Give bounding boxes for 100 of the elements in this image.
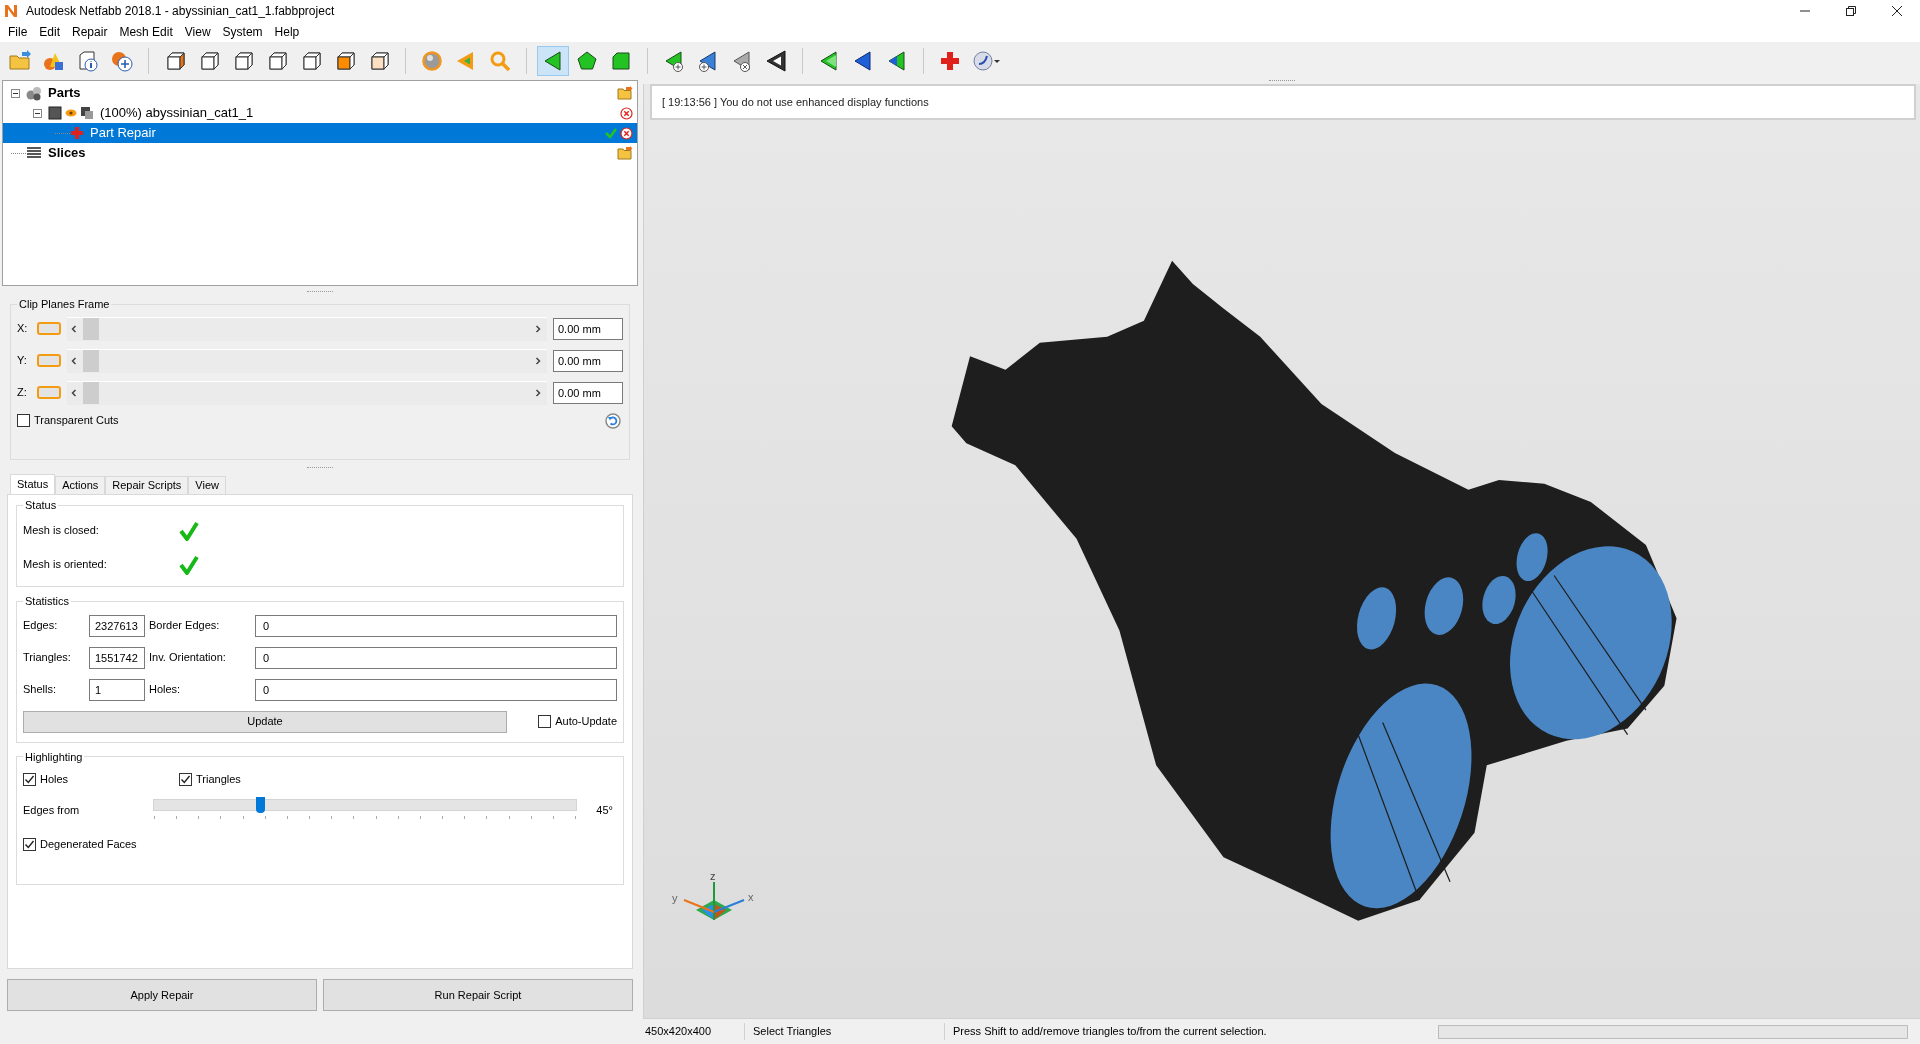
slider-value: 45°: [596, 802, 613, 818]
app-logo-icon: [4, 4, 18, 18]
slider-thumb[interactable]: [83, 318, 99, 340]
mesh-icon: [80, 106, 94, 120]
value-field[interactable]: 0.00 mm: [553, 349, 623, 372]
menu-item[interactable]: File: [2, 22, 34, 42]
checkbox[interactable]: [23, 837, 36, 851]
edges-slider[interactable]: [153, 799, 577, 821]
field-label: Inv. Orientation:: [148, 650, 227, 666]
tab[interactable]: Actions: [55, 476, 106, 494]
clip-slider[interactable]: [67, 348, 547, 373]
refresh-icon: [605, 412, 621, 429]
slider-thumb[interactable]: [83, 350, 99, 372]
close-circle-icon: [620, 126, 633, 140]
status-label: Mesh is closed:: [23, 523, 100, 539]
status-text: Select Triangles: [745, 1023, 945, 1040]
slider-thumb[interactable]: [255, 797, 265, 813]
value-field[interactable]: 1551742: [89, 646, 145, 669]
menu-item[interactable]: System: [216, 22, 269, 42]
tab[interactable]: View: [188, 476, 226, 494]
spheres-icon: [26, 85, 42, 101]
slider-label: Edges from: [23, 802, 81, 818]
group-title: Highlighting: [24, 749, 84, 765]
cube-icon: [48, 106, 62, 120]
tree-row[interactable]: (100%) abyssinian_cat1_1: [3, 103, 637, 123]
update-button[interactable]: Update: [23, 710, 507, 733]
part-info-icon: [76, 49, 100, 73]
checkbox[interactable]: [538, 715, 552, 728]
tab[interactable]: Status: [10, 474, 56, 494]
field-label: Border Edges:: [148, 618, 221, 634]
restore-icon: [1844, 4, 1858, 18]
menu-item[interactable]: Edit: [33, 22, 67, 42]
axis-label: x: [748, 891, 754, 903]
value-field[interactable]: 0: [255, 646, 617, 669]
add-part-icon: [110, 49, 134, 73]
checkbox[interactable]: [179, 772, 192, 786]
value-field[interactable]: 0.00 mm: [553, 381, 623, 404]
chevron-right-icon: [533, 356, 543, 366]
action-button[interactable]: Run Repair Script: [323, 979, 633, 1011]
status-text: Press Shift to add/remove triangles to/from the current selection.: [952, 1024, 1267, 1040]
folder-icon: [617, 86, 633, 100]
value-field[interactable]: 0.00 mm: [553, 317, 623, 340]
slices-icon: [26, 146, 42, 160]
value-field[interactable]: 1: [89, 678, 145, 701]
value-field[interactable]: 2327613: [89, 614, 145, 637]
axis-label: Z:: [17, 385, 28, 401]
checkbox-label: Holes: [40, 771, 69, 787]
menu-item[interactable]: Mesh Edit: [113, 22, 179, 42]
group-title: Status: [24, 498, 58, 513]
tree-label: Parts: [48, 84, 81, 103]
tree-row[interactable]: Slices: [3, 143, 637, 163]
color-swatch[interactable]: [37, 354, 61, 367]
tree-label: (100%) abyssinian_cat1_1: [100, 104, 254, 123]
tab[interactable]: Repair Scripts: [105, 476, 189, 494]
collapse-toggle[interactable]: [11, 88, 20, 98]
field-label: Holes:: [148, 682, 182, 698]
sphere-icon: [420, 49, 444, 73]
status-text: 450x420x400: [643, 1023, 745, 1040]
checkbox-label: Auto-Update: [555, 714, 617, 730]
value-field[interactable]: 0: [255, 678, 617, 701]
slider-thumb[interactable]: [83, 382, 99, 404]
pentagon-icon: [575, 49, 599, 73]
group-title: Clip Planes Frame: [18, 297, 111, 312]
folder-icon: [617, 146, 633, 160]
action-button[interactable]: Apply Repair: [7, 979, 317, 1011]
field-label: Edges:: [23, 618, 59, 634]
viewport[interactable]: [ 19:13:56 ] You do not use enhanced display functions z y x: [643, 84, 1920, 1018]
axis-label: Y:: [17, 353, 28, 369]
clip-slider[interactable]: [67, 380, 547, 405]
window-title: Autodesk Netfabb 2018.1 - abyssinian_cat1_1.fabbproject: [26, 3, 335, 20]
chevron-right-icon: [533, 388, 543, 398]
tree-row[interactable]: Part Repair: [3, 123, 637, 143]
collapse-toggle[interactable]: [33, 108, 42, 118]
triangle-icon: [764, 49, 788, 73]
cross-icon: [70, 126, 84, 140]
menu-item[interactable]: View: [178, 22, 217, 42]
close-circle-icon: [620, 106, 633, 120]
checkbox-label: Triangles: [196, 771, 241, 787]
field-label: Triangles:: [23, 650, 72, 666]
tree-row[interactable]: Parts: [3, 83, 637, 103]
menu-item[interactable]: Repair: [66, 22, 114, 42]
checkbox[interactable]: [23, 772, 36, 786]
checkbox[interactable]: [17, 414, 30, 427]
color-swatch[interactable]: [37, 322, 61, 335]
color-swatch[interactable]: [37, 386, 61, 399]
value-field[interactable]: 0: [255, 614, 617, 637]
eye-icon: [65, 108, 77, 118]
menu-item[interactable]: Help: [268, 22, 306, 42]
checkbox-label: Transparent Cuts: [34, 413, 119, 429]
axis-label: z: [710, 872, 716, 882]
tree-label: Part Repair: [90, 124, 156, 143]
clip-slider[interactable]: [67, 316, 547, 341]
folder-icon: [8, 49, 32, 73]
log-message: [ 19:13:56 ] You do not use enhanced display functions: [662, 94, 929, 110]
close-icon: [1890, 4, 1904, 18]
field-label: Shells:: [23, 682, 58, 698]
cross-icon: [938, 49, 962, 73]
axis-triad-icon: [683, 881, 745, 921]
axis-label: X:: [17, 321, 29, 337]
chevron-left-icon: [69, 356, 79, 366]
